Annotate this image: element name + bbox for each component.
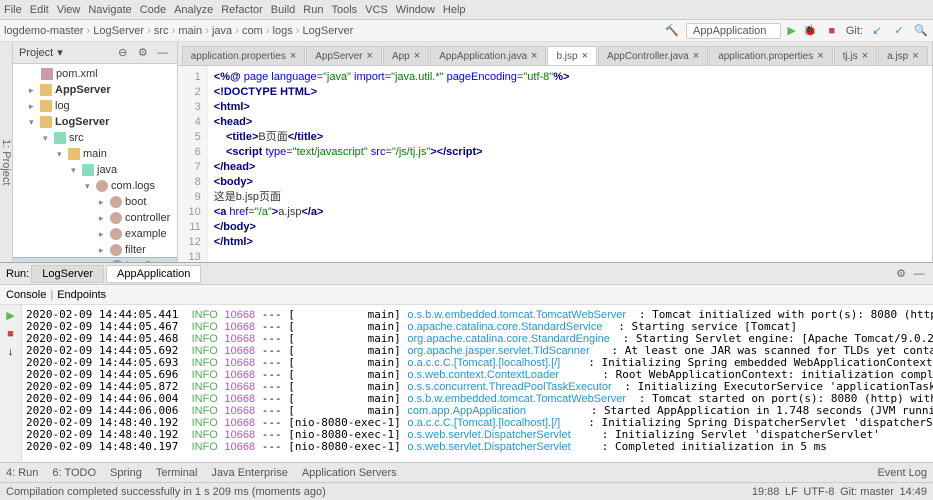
editor-tab[interactable]: AppController.java × xyxy=(598,46,708,65)
editor-tab[interactable]: AppServer × xyxy=(306,46,382,65)
status-bar: Compilation completed successfully in 1 … xyxy=(0,482,933,500)
git-branch: Git: master xyxy=(840,486,894,498)
breadcrumb-bar: logdemo-master › LogServer › src › main … xyxy=(0,20,933,42)
event-log-tab[interactable]: Event Log xyxy=(877,467,927,479)
breadcrumb-item[interactable]: java xyxy=(212,25,232,37)
breadcrumb-item[interactable]: LogServer xyxy=(303,25,354,37)
close-icon[interactable]: × xyxy=(862,50,868,62)
git-update-icon[interactable]: ↙ xyxy=(869,23,885,39)
breadcrumb-item[interactable]: main xyxy=(178,25,202,37)
close-icon[interactable]: × xyxy=(912,50,918,62)
hide-icon[interactable]: — xyxy=(155,45,171,61)
project-tree[interactable]: pom.xml ▸AppServer ▸log ▾LogServer ▾src … xyxy=(13,64,177,262)
bottom-tab[interactable]: 4: Run xyxy=(6,467,38,479)
menu-analyze[interactable]: Analyze xyxy=(174,4,213,16)
build-icon[interactable]: 🔨 xyxy=(664,23,680,39)
code-content[interactable]: <%@ page language="java" import="java.ut… xyxy=(208,66,932,262)
code-editor[interactable]: 12345678910111213 <%@ page language="jav… xyxy=(178,66,932,262)
close-icon[interactable]: × xyxy=(531,50,537,62)
editor-tab[interactable]: application.properties × xyxy=(182,46,306,65)
bottom-tool-tabs[interactable]: 4: Run 6: TODO Spring Terminal Java Enterpri… xyxy=(0,462,933,482)
close-icon[interactable]: × xyxy=(693,50,699,62)
project-panel: Project▾ ⊖ ⚙ — pom.xml ▸AppServer ▸log ▾… xyxy=(13,42,178,262)
menu-code[interactable]: Code xyxy=(140,4,166,16)
collapse-icon[interactable]: ⊖ xyxy=(115,45,131,61)
debug-icon[interactable]: 🐞 xyxy=(802,23,818,39)
project-title: Project xyxy=(19,47,53,59)
menu-refactor[interactable]: Refactor xyxy=(221,4,263,16)
menu-view[interactable]: View xyxy=(57,4,81,16)
editor-tab[interactable]: application.properties × xyxy=(709,46,833,65)
menu-window[interactable]: Window xyxy=(396,4,435,16)
run-panel: Run: LogServer AppApplication ⚙ — Consol… xyxy=(0,262,933,462)
hide-icon[interactable]: — xyxy=(911,266,927,282)
git-commit-icon[interactable]: ✓ xyxy=(891,23,907,39)
bottom-tab[interactable]: Application Servers xyxy=(302,467,397,479)
console-output[interactable]: 2020-02-09 14:44:05.441 INFO 10668 --- [… xyxy=(22,305,933,462)
bottom-tab[interactable]: Spring xyxy=(110,467,142,479)
bottom-tab[interactable]: Java Enterprise xyxy=(211,467,287,479)
close-icon[interactable]: × xyxy=(817,50,823,62)
stop-icon[interactable]: ■ xyxy=(824,23,840,39)
run-icon[interactable]: ▶ xyxy=(787,24,795,37)
console-tab[interactable]: Console xyxy=(6,289,46,301)
editor-tab[interactable]: tj.js × xyxy=(834,46,877,65)
close-icon[interactable]: × xyxy=(582,50,588,62)
breadcrumb-item[interactable]: src xyxy=(154,25,169,37)
breadcrumb-item[interactable]: com xyxy=(242,25,263,37)
down-icon[interactable]: ↓ xyxy=(8,346,14,358)
run-title: Run: xyxy=(6,268,29,280)
bottom-tab[interactable]: Terminal xyxy=(156,467,198,479)
status-message: Compilation completed successfully in 1 … xyxy=(6,486,326,498)
menu-vcs[interactable]: VCS xyxy=(365,4,388,16)
menu-file[interactable]: File xyxy=(4,4,22,16)
gear-icon[interactable]: ⚙ xyxy=(135,45,151,61)
editor-tab[interactable]: b.jsp × xyxy=(547,46,597,66)
line-gutter: 12345678910111213 xyxy=(178,66,208,262)
breadcrumb-item[interactable]: LogServer xyxy=(93,25,144,37)
rerun-icon[interactable]: ▶ xyxy=(6,309,14,322)
menu-help[interactable]: Help xyxy=(443,4,466,16)
menu-tools[interactable]: Tools xyxy=(331,4,357,16)
breadcrumb-item[interactable]: logs xyxy=(273,25,293,37)
time: 14:49 xyxy=(899,486,927,498)
close-icon[interactable]: × xyxy=(414,50,420,62)
left-tool-strip[interactable]: 1: Project xyxy=(0,42,13,262)
project-tool-label[interactable]: 1: Project xyxy=(0,139,12,185)
menu-navigate[interactable]: Navigate xyxy=(88,4,131,16)
git-label: Git: xyxy=(846,25,863,37)
gear-icon[interactable]: ⚙ xyxy=(893,266,909,282)
close-icon[interactable]: × xyxy=(290,50,296,62)
run-tab-logserver[interactable]: LogServer xyxy=(31,265,104,283)
menu-bar: File Edit View Navigate Code Analyze Refactor B… xyxy=(0,0,933,20)
encoding: UTF-8 xyxy=(803,486,834,498)
editor-tab[interactable]: AppApplication.java × xyxy=(430,46,546,65)
line-sep: LF xyxy=(785,486,798,498)
menu-run[interactable]: Run xyxy=(303,4,323,16)
editor-tab[interactable]: App × xyxy=(383,46,429,65)
caret-position: 19:88 xyxy=(752,486,780,498)
editor-tab[interactable]: a.jsp × xyxy=(878,46,928,65)
bottom-tab[interactable]: 6: TODO xyxy=(52,467,96,479)
endpoints-tab[interactable]: Endpoints xyxy=(57,289,106,301)
run-tab-app[interactable]: AppApplication xyxy=(106,265,201,283)
run-config-dropdown[interactable]: AppApplication xyxy=(686,23,781,39)
editor-tabs[interactable]: application.properties ×AppServer ×App ×… xyxy=(178,42,932,66)
close-icon[interactable]: × xyxy=(367,50,373,62)
search-icon[interactable]: 🔍 xyxy=(913,23,929,39)
breadcrumb-item[interactable]: logdemo-master xyxy=(4,25,83,37)
stop-icon[interactable]: ■ xyxy=(7,328,14,340)
menu-edit[interactable]: Edit xyxy=(30,4,49,16)
console-toolbar[interactable]: ▶ ■ ↓ xyxy=(0,305,22,462)
menu-build[interactable]: Build xyxy=(271,4,295,16)
